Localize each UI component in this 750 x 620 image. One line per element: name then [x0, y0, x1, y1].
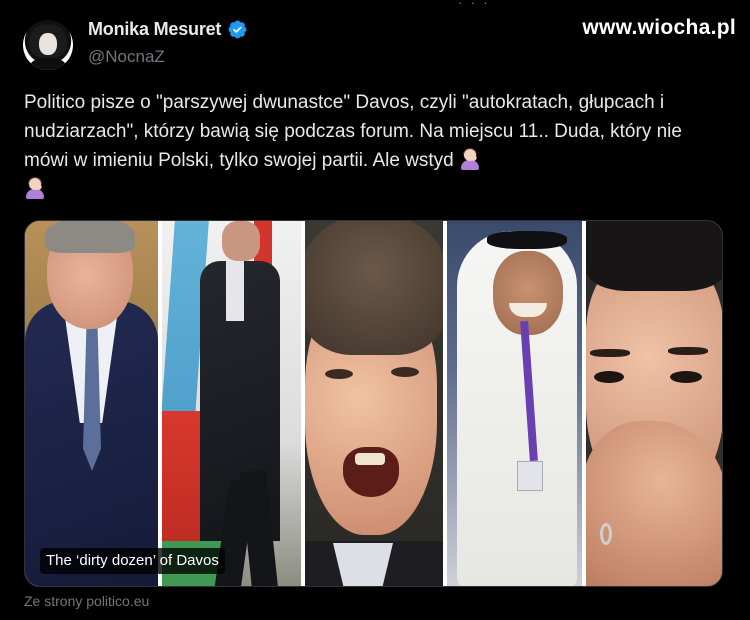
photo-panel-2	[162, 221, 301, 586]
author-handle[interactable]: @NocnaZ	[88, 47, 165, 67]
author-name-row: Monika Mesuret	[88, 19, 248, 40]
verified-badge-icon	[228, 20, 247, 39]
tweet-card: · · · Monika Mesuret @NocnaZ www.wiocha.…	[0, 0, 750, 620]
top-ellipsis: · · ·	[458, 0, 490, 10]
tweet-body: Politico pisze o "parszywej dwunastce" D…	[24, 92, 682, 171]
site-watermark: www.wiocha.pl	[582, 16, 736, 39]
avatar[interactable]	[23, 20, 73, 70]
media-source-link[interactable]: Ze strony politico.eu	[24, 593, 149, 609]
author-display-name[interactable]: Monika Mesuret	[88, 19, 221, 40]
photo-panel-1	[25, 221, 158, 586]
avatar-body	[30, 58, 66, 70]
woman-facepalming-icon-2	[24, 177, 46, 199]
avatar-face	[39, 33, 57, 55]
woman-facepalming-icon	[459, 148, 481, 170]
photo-panel-3	[305, 221, 443, 586]
tweet-media-image[interactable]: The ‘dirty dozen’ of Davos	[24, 220, 723, 587]
tweet-text: Politico pisze o "parszywej dwunastce" D…	[24, 88, 724, 204]
media-caption: The ‘dirty dozen’ of Davos	[40, 548, 225, 574]
photo-panel-5	[586, 221, 722, 586]
photo-panel-4	[447, 221, 582, 586]
